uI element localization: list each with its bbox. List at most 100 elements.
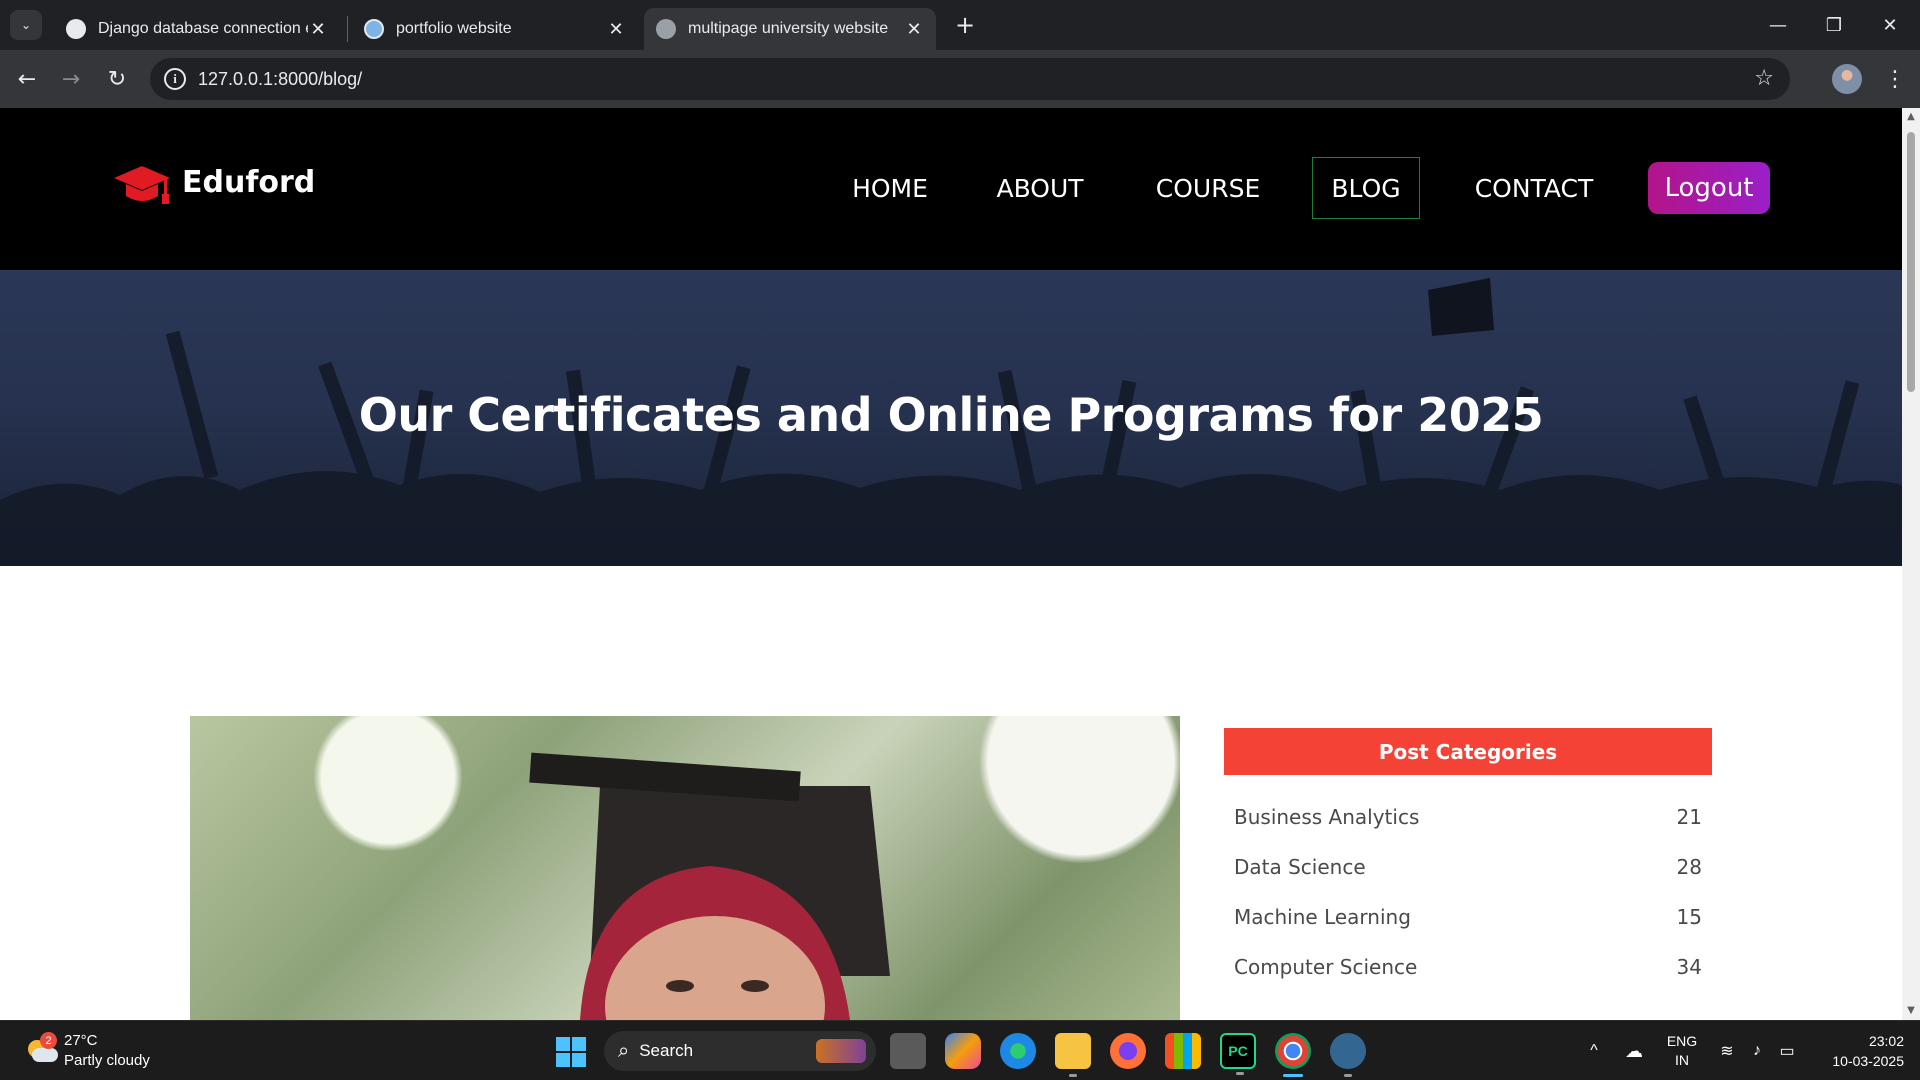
weather-condition: Partly cloudy: [64, 1052, 150, 1069]
edge-icon[interactable]: [1000, 1033, 1036, 1069]
search-icon: ⌕: [618, 1039, 630, 1062]
scrollbar-thumb[interactable]: [1907, 132, 1915, 392]
nav-home[interactable]: HOME: [840, 157, 940, 219]
plus-icon: +: [954, 11, 976, 39]
volume-icon[interactable]: ♪: [1744, 1021, 1770, 1080]
more-vert-icon: ⋮: [1884, 66, 1906, 92]
copilot-icon[interactable]: [945, 1033, 981, 1069]
logout-button[interactable]: Logout: [1648, 162, 1770, 214]
partly-cloudy-icon: 2: [24, 1032, 58, 1068]
category-item[interactable]: Computer Science 34: [1224, 955, 1712, 1005]
new-tab-button[interactable]: +: [950, 10, 980, 40]
category-count: 15: [1676, 905, 1702, 929]
reload-icon: ↻: [107, 66, 127, 92]
windows-start-icon[interactable]: [556, 1037, 586, 1067]
clock-time: 23:02: [1868, 1033, 1904, 1049]
tab-django[interactable]: Django database connection er ✕: [54, 8, 340, 50]
graduate-photo: [529, 752, 890, 1020]
category-list: Business Analytics 21 Data Science 28 Ma…: [1224, 805, 1712, 1005]
tab-university[interactable]: multipage university website ✕: [644, 8, 936, 50]
wifi-icon[interactable]: ≋: [1714, 1021, 1740, 1080]
site-header: Eduford HOME ABOUT COURSE BLOG CONTACT L…: [0, 108, 1902, 270]
tab-title: portfolio website: [396, 20, 512, 37]
tab-search-dropdown[interactable]: ⌄: [10, 10, 42, 40]
system-clock[interactable]: 23:02 10-03-2025: [1808, 1031, 1904, 1071]
onedrive-icon[interactable]: ☁: [1620, 1021, 1648, 1080]
page-scrollbar[interactable]: ▲ ▼: [1902, 108, 1920, 1020]
browser-toolbar: ← → ↻ i 127.0.0.1:8000/blog/ ☆ ⋮: [0, 50, 1920, 108]
globe-icon: [656, 19, 676, 39]
minimize-icon: —: [1769, 14, 1787, 36]
address-bar[interactable]: i 127.0.0.1:8000/blog/ ☆: [150, 58, 1790, 100]
bookmark-star-icon[interactable]: ☆: [1754, 66, 1774, 91]
category-name[interactable]: Business Analytics: [1234, 805, 1419, 829]
microsoft-store-icon[interactable]: [1165, 1033, 1201, 1069]
arrow-left-icon: ←: [17, 66, 37, 92]
browser-menu-button[interactable]: ⋮: [1880, 62, 1910, 96]
restore-button[interactable]: ❐: [1806, 0, 1862, 50]
arrow-right-icon: →: [61, 66, 81, 92]
brand-logo[interactable]: Eduford: [112, 160, 315, 212]
minimize-button[interactable]: —: [1750, 0, 1806, 50]
search-placeholder: Search: [639, 1041, 694, 1060]
chrome-icon[interactable]: [1275, 1033, 1311, 1077]
category-item[interactable]: Machine Learning 15: [1224, 905, 1712, 955]
nav-blog[interactable]: BLOG: [1312, 157, 1420, 219]
brand-name: Eduford: [182, 164, 316, 200]
weather-temperature: 27°C: [64, 1032, 98, 1049]
category-count: 28: [1676, 855, 1702, 879]
post-categories-widget: Post Categories Business Analytics 21 Da…: [1224, 728, 1712, 1005]
nav-course[interactable]: COURSE: [1148, 157, 1268, 219]
forward-button[interactable]: →: [54, 62, 88, 96]
close-icon[interactable]: ✕: [904, 19, 924, 40]
tab-portfolio[interactable]: portfolio website ✕: [352, 8, 638, 50]
language-code: ENG: [1666, 1033, 1698, 1049]
hero-banner: Our Certificates and Online Programs for…: [0, 270, 1902, 566]
clock-date: 10-03-2025: [1832, 1053, 1904, 1069]
region-code: IN: [1675, 1052, 1689, 1068]
category-count: 21: [1676, 805, 1702, 829]
nav-about[interactable]: ABOUT: [990, 157, 1090, 219]
postgresql-icon[interactable]: [1330, 1033, 1366, 1077]
scroll-down-arrow-icon[interactable]: ▼: [1906, 1006, 1916, 1016]
post-categories-title: Post Categories: [1224, 728, 1712, 775]
category-item[interactable]: Data Science 28: [1224, 855, 1712, 905]
chatgpt-icon: [66, 19, 86, 39]
graduation-cap-icon: [114, 166, 170, 204]
category-name[interactable]: Data Science: [1234, 855, 1366, 879]
site-info-icon[interactable]: i: [164, 68, 186, 90]
pycharm-icon[interactable]: PC: [1220, 1033, 1256, 1075]
language-indicator[interactable]: ENG IN: [1662, 1021, 1702, 1080]
restore-icon: ❐: [1825, 14, 1843, 36]
firefox-icon[interactable]: [1110, 1033, 1146, 1069]
battery-icon[interactable]: ▭: [1774, 1021, 1800, 1080]
category-count: 34: [1676, 955, 1702, 979]
tab-title: Django database connection er: [98, 20, 308, 37]
category-name[interactable]: Machine Learning: [1234, 905, 1411, 929]
weather-widget[interactable]: 2 27°C Partly cloudy: [24, 1031, 150, 1071]
nav-contact[interactable]: CONTACT: [1462, 157, 1606, 219]
tab-divider: [347, 16, 348, 42]
scroll-up-arrow-icon[interactable]: ▲: [1906, 112, 1916, 122]
notification-badge: 2: [40, 1032, 57, 1049]
task-view-icon[interactable]: [890, 1033, 926, 1069]
site-icon: [364, 19, 384, 39]
url-text[interactable]: 127.0.0.1:8000/blog/: [198, 69, 362, 90]
chevron-down-icon: ⌄: [20, 18, 32, 32]
page-viewport: Eduford HOME ABOUT COURSE BLOG CONTACT L…: [0, 108, 1902, 1020]
category-name[interactable]: Computer Science: [1234, 955, 1417, 979]
back-button[interactable]: ←: [10, 62, 44, 96]
hero-title: Our Certificates and Online Programs for…: [358, 388, 1544, 442]
tab-strip: ⌄ Django database connection er ✕ portfo…: [0, 0, 1920, 50]
profile-avatar[interactable]: [1832, 64, 1862, 94]
close-icon[interactable]: ✕: [606, 19, 626, 40]
reload-button[interactable]: ↻: [100, 62, 134, 96]
file-explorer-icon[interactable]: [1055, 1033, 1091, 1077]
close-icon[interactable]: ✕: [308, 19, 328, 40]
blog-post-image[interactable]: [190, 716, 1180, 1020]
close-window-button[interactable]: ✕: [1862, 0, 1918, 50]
search-highlight-icon: [816, 1039, 866, 1063]
taskbar-search[interactable]: ⌕ Search: [604, 1031, 876, 1071]
chevron-up-icon[interactable]: ^: [1582, 1021, 1606, 1080]
category-item[interactable]: Business Analytics 21: [1224, 805, 1712, 855]
